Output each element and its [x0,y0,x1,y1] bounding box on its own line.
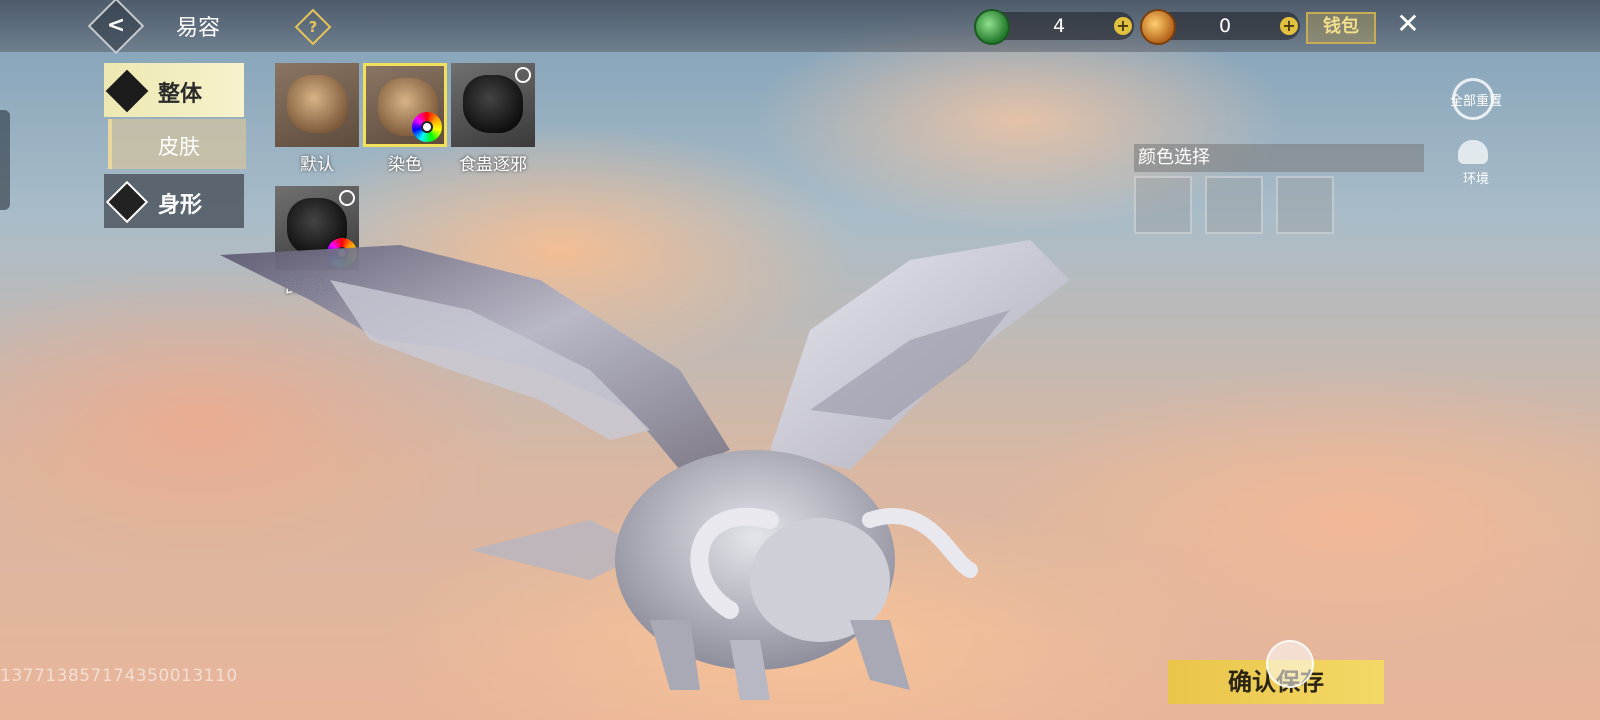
add-gold-button[interactable]: + [1280,17,1298,35]
category-overall[interactable]: 整体 [104,63,244,117]
jade-currency: 4 + [974,9,1134,45]
wallet-button[interactable]: 钱包 [1306,12,1376,44]
color-swatch[interactable] [1276,176,1334,234]
skin-default[interactable] [275,63,359,147]
environment-label[interactable]: 环境 [1436,168,1516,187]
gold-amount: 0 [1218,15,1232,37]
skin-label: 食蛊逐邪 [459,155,527,175]
lock-icon [515,67,531,83]
gold-currency: 0 + [1140,9,1300,45]
category-label: 身形 [158,193,203,218]
jade-icon [974,9,1010,45]
add-jade-button[interactable]: + [1114,17,1132,35]
skin-dye[interactable] [363,63,447,147]
gold-coin-icon [1140,9,1176,45]
subcategory-label: 皮肤 [158,135,200,159]
chevron-left-icon: < [106,13,126,38]
question-icon: ? [308,18,318,36]
player-uid: 13771385717435001311​0 [0,666,238,686]
creature-portrait-icon [463,75,523,133]
overall-icon [105,69,149,113]
environment-icon[interactable] [1458,140,1488,164]
subcategory-skin[interactable]: 皮肤 [108,119,246,169]
color-select-title: 颜色选择 [1134,144,1424,172]
color-swatch[interactable] [1134,176,1192,234]
skin-shigu-zhuxie[interactable] [451,63,535,147]
jade-amount: 4 [1052,15,1066,37]
creature-portrait-icon [287,75,347,133]
color-wheel-icon [412,112,442,142]
reset-all-label[interactable]: 全部重置 [1436,90,1516,109]
side-drawer-handle[interactable] [0,110,10,210]
category-label: 整体 [158,82,203,107]
page-title: 易容 [176,16,221,41]
body-shape-icon [105,180,149,224]
lock-icon [339,190,355,206]
winged-beast-model[interactable] [210,220,1110,720]
color-swatch[interactable] [1205,176,1263,234]
touch-indicator [1266,640,1314,688]
close-icon[interactable]: ✕ [1392,8,1424,40]
